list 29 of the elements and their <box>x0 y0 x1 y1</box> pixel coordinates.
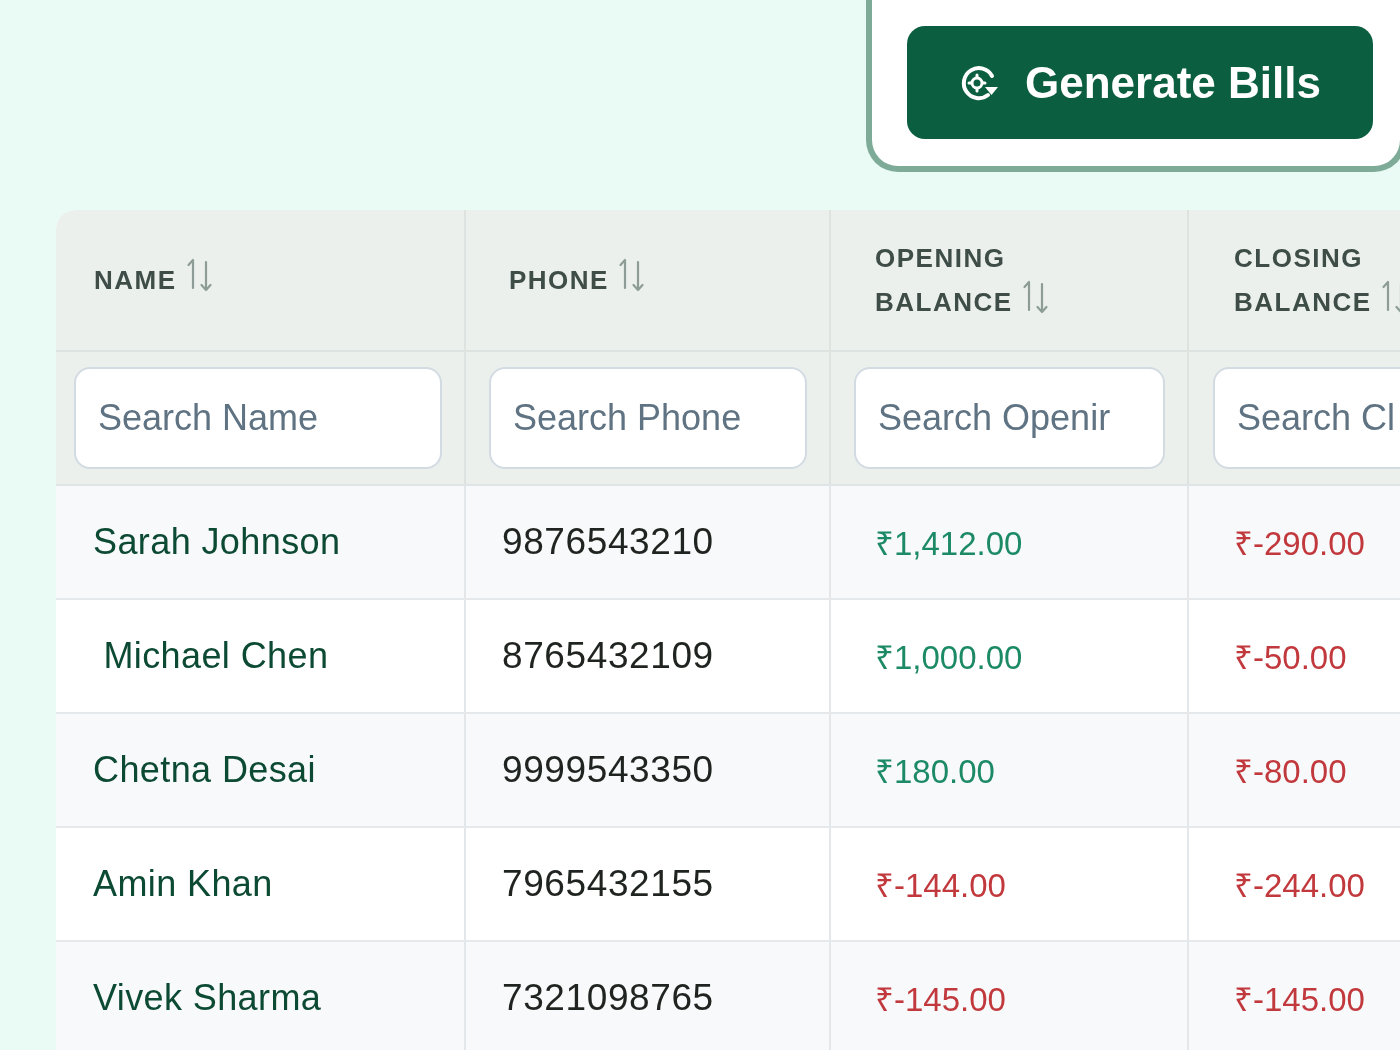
amount-text: ₹-290.00 <box>1234 523 1365 564</box>
amount-text: ₹180.00 <box>875 751 995 792</box>
column-header[interactable]: CLOSING BALANCE <box>1234 236 1400 324</box>
column-header[interactable]: NAME <box>94 258 215 302</box>
phone-number: 7965432155 <box>502 863 714 905</box>
search-field[interactable]: Search Cl <box>1213 367 1400 469</box>
amount-text: ₹-145.00 <box>875 979 1006 1020</box>
phone-number: 7321098765 <box>502 977 714 1019</box>
phone-number: 8765432109 <box>502 635 714 677</box>
amount-text: ₹-145.00 <box>1234 979 1365 1020</box>
amount-text: ₹-80.00 <box>1234 751 1347 792</box>
customer-name: Amin Khan <box>93 863 273 905</box>
customer-name: Vivek Sharma <box>93 977 322 1019</box>
customer-name: Michael Chen <box>102 635 329 677</box>
column-header[interactable]: PHONE <box>509 258 647 302</box>
search-field[interactable]: Search Openir <box>854 367 1165 469</box>
amount-text: ₹-50.00 <box>1234 637 1347 678</box>
phone-number: 9999543350 <box>502 749 714 791</box>
phone-number: 9876543210 <box>502 521 714 563</box>
amount-text: ₹-144.00 <box>875 865 1006 906</box>
amount-text: ₹1,000.00 <box>875 637 1023 678</box>
amount-text: ₹-244.00 <box>1234 865 1365 906</box>
search-field[interactable]: Search Phone <box>489 367 807 469</box>
customer-name: Sarah Johnson <box>93 521 341 563</box>
column-header[interactable]: OPENING BALANCE <box>875 236 1080 324</box>
amount-text: ₹1,412.00 <box>875 523 1023 564</box>
generate-bills-button[interactable]: Generate Bills <box>907 26 1373 139</box>
search-field[interactable]: Search Name <box>74 367 442 469</box>
customer-name: Chetna Desai <box>93 749 316 791</box>
